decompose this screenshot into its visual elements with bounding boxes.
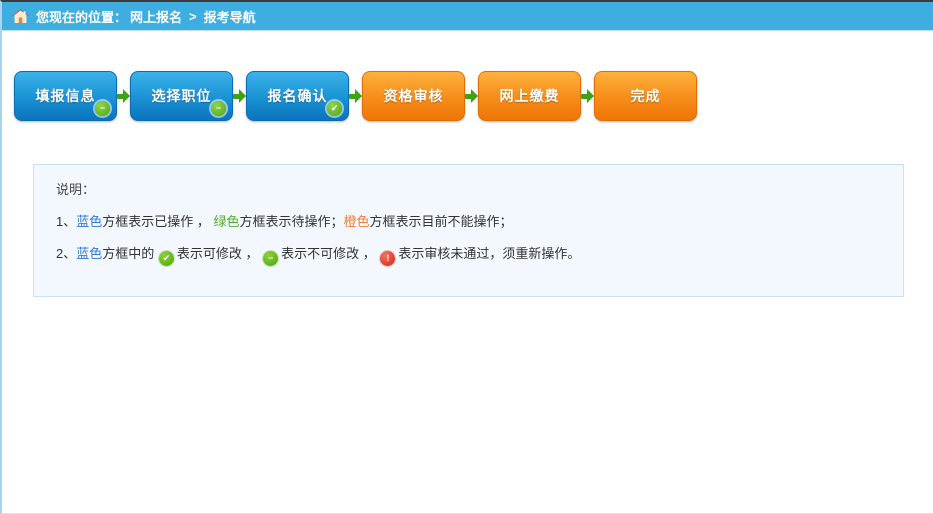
note-text: 方框表示已操作 ， — [102, 214, 213, 229]
note-text: 方框表示目前不能操作； — [370, 214, 513, 229]
step-label: 选择职位 — [152, 86, 212, 106]
arrow-right-icon — [117, 89, 130, 103]
breadcrumb-item-online-registration[interactable]: 网上报名 — [130, 7, 182, 26]
step-label: 完成 — [631, 86, 661, 106]
note-text: 表示不可修改 ， — [281, 246, 379, 261]
step-label: 资格审核 — [384, 86, 444, 106]
breadcrumb-label: 您现在的位置： — [36, 7, 127, 26]
arrow-head — [355, 89, 362, 103]
arrow-head — [123, 89, 130, 103]
main-content: 填报信息−选择职位−报名确认✔资格审核网上缴费完成 说明： 1、蓝色方框表示已操… — [2, 71, 933, 297]
note-box: 说明： 1、蓝色方框表示已操作 ， 绿色方框表示待操作；橙色方框表示目前不能操作… — [33, 164, 904, 297]
breadcrumb-item-exam-navigation: 报考导航 — [204, 7, 256, 26]
steps-flow: 填报信息−选择职位−报名确认✔资格审核网上缴费完成 — [14, 71, 933, 121]
home-icon — [12, 9, 29, 24]
step-label: 网上缴费 — [500, 86, 560, 106]
step-qualification-review: 资格审核 — [362, 71, 465, 121]
arrow-head — [239, 89, 246, 103]
exclamation-icon: ! — [380, 251, 395, 266]
minus-icon: − — [211, 101, 226, 116]
breadcrumb-bar: 您现在的位置： 网上报名 > 报考导航 — [2, 2, 933, 31]
note-text: 方框中的 — [102, 246, 158, 261]
arrow-right-icon — [581, 89, 594, 103]
arrow-right-icon — [233, 89, 246, 103]
note-text: 绿色 — [213, 214, 239, 229]
note-text: 橙色 — [344, 214, 370, 229]
step-select-position[interactable]: 选择职位− — [130, 71, 233, 121]
note-text: 2、 — [56, 246, 76, 261]
step-complete: 完成 — [594, 71, 697, 121]
breadcrumb-separator: > — [189, 9, 197, 24]
arrow-head — [587, 89, 594, 103]
minus-icon: − — [263, 251, 278, 266]
note-line-1: 1、蓝色方框表示已操作 ， 绿色方框表示待操作；橙色方框表示目前不能操作； — [56, 212, 883, 231]
note-text: 表示审核未通过，须重新操作。 — [398, 246, 580, 261]
note-text: 1、 — [56, 214, 76, 229]
check-icon: ✔ — [159, 251, 174, 266]
step-label: 报名确认 — [268, 86, 328, 106]
step-fill-info[interactable]: 填报信息− — [14, 71, 117, 121]
arrow-right-icon — [349, 89, 362, 103]
note-text: 方框表示待操作； — [240, 214, 344, 229]
arrow-right-icon — [465, 89, 478, 103]
note-text: 蓝色 — [76, 246, 102, 261]
note-title: 说明： — [56, 180, 883, 199]
minus-icon: − — [95, 101, 110, 116]
step-online-payment: 网上缴费 — [478, 71, 581, 121]
arrow-head — [471, 89, 478, 103]
step-label: 填报信息 — [36, 86, 96, 106]
page: 您现在的位置： 网上报名 > 报考导航 填报信息−选择职位−报名确认✔资格审核网… — [0, 0, 933, 514]
note-text: 表示可修改 ， — [177, 246, 262, 261]
step-confirm-registration[interactable]: 报名确认✔ — [246, 71, 349, 121]
note-text: 蓝色 — [76, 214, 102, 229]
check-icon: ✔ — [327, 101, 342, 116]
note-line-2: 2、蓝色方框中的 ✔表示可修改 ， −表示不可修改 ， !表示审核未通过，须重新… — [56, 244, 883, 266]
